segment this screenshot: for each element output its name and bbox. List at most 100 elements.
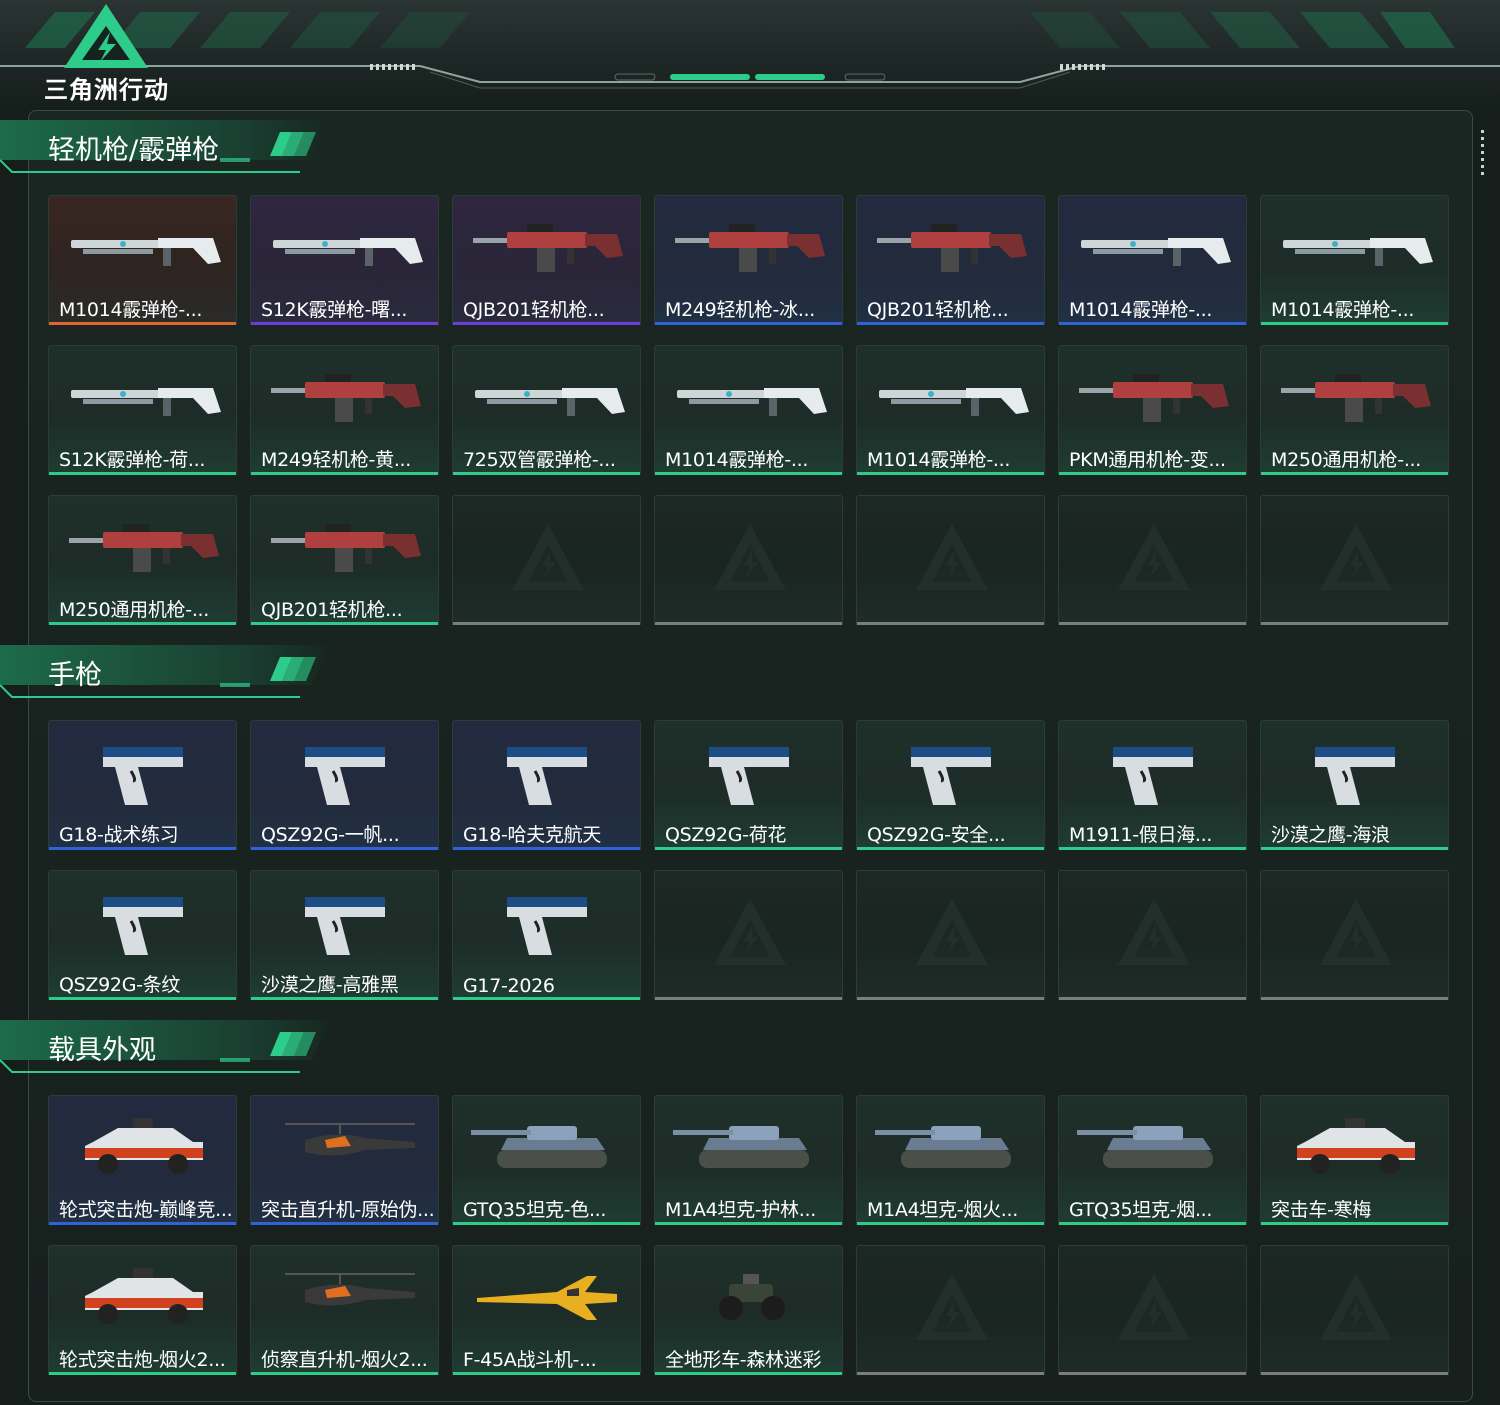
skin-card[interactable]: QJB201轻机枪... — [452, 195, 641, 325]
skin-card[interactable]: G17-2026 — [452, 870, 641, 1000]
skin-name: QJB201轻机枪... — [867, 299, 1009, 321]
skin-name: QJB201轻机枪... — [463, 299, 605, 321]
rarity-bar — [1261, 1222, 1448, 1225]
skin-card[interactable]: QSZ92G-一帆... — [250, 720, 439, 850]
skin-card[interactable]: G18-哈夫克航天 — [452, 720, 641, 850]
rarity-bar — [655, 472, 842, 475]
skin-card[interactable]: M1A4坦克-烟火... — [856, 1095, 1045, 1225]
skin-card[interactable]: M1911-假日海... — [1058, 720, 1247, 850]
skin-card[interactable]: PKM通用机枪-变... — [1058, 345, 1247, 475]
skin-name: G18-战术练习 — [59, 824, 179, 846]
skin-card[interactable]: 突击直升机-原始伪... — [250, 1095, 439, 1225]
rarity-bar — [857, 997, 1044, 1000]
skin-card[interactable]: QSZ92G-安全... — [856, 720, 1045, 850]
scrollbar[interactable] — [1481, 130, 1485, 180]
skin-card[interactable]: 轮式突击炮-巅峰竞... — [48, 1095, 237, 1225]
skin-card[interactable]: M1014霰弹枪-... — [654, 345, 843, 475]
skin-card[interactable]: GTQ35坦克-烟... — [1058, 1095, 1247, 1225]
skin-card[interactable]: 侦察直升机-烟火2... — [250, 1245, 439, 1375]
skin-name: M1A4坦克-护林... — [665, 1199, 816, 1221]
empty-slot — [1058, 495, 1247, 625]
rarity-bar — [453, 997, 640, 1000]
skin-name: QSZ92G-一帆... — [261, 824, 400, 846]
skin-name: 突击直升机-原始伪... — [261, 1199, 435, 1221]
skin-name: 全地形车-森林迷彩 — [665, 1349, 822, 1371]
rarity-bar — [251, 322, 438, 325]
machine-gun-icon — [1275, 362, 1435, 432]
rarity-bar — [655, 1222, 842, 1225]
skin-name: M1014霰弹枪-... — [665, 449, 809, 471]
rarity-bar — [1059, 472, 1246, 475]
rarity-bar — [251, 622, 438, 625]
rarity-bar — [453, 622, 640, 625]
shotgun-icon — [871, 362, 1031, 432]
skin-card[interactable]: 轮式突击炮-烟火2... — [48, 1245, 237, 1375]
jet-icon — [467, 1262, 627, 1332]
rarity-bar — [49, 1222, 236, 1225]
pistol-icon — [1073, 737, 1233, 807]
pistol-icon — [871, 737, 1031, 807]
skin-name: 轮式突击炮-巅峰竞... — [59, 1199, 233, 1221]
skin-card[interactable]: GTQ35坦克-色... — [452, 1095, 641, 1225]
skin-card[interactable]: 沙漠之鹰-海浪 — [1260, 720, 1449, 850]
skin-card[interactable]: F-45A战斗机-... — [452, 1245, 641, 1375]
rarity-bar — [49, 997, 236, 1000]
machine-gun-icon — [871, 212, 1031, 282]
rarity-bar — [251, 472, 438, 475]
skin-name: GTQ35坦克-烟... — [1069, 1199, 1213, 1221]
rarity-bar — [453, 322, 640, 325]
skin-name: 沙漠之鹰-高雅黑 — [261, 974, 399, 996]
skin-card[interactable]: M250通用机枪-... — [48, 495, 237, 625]
rarity-bar — [49, 472, 236, 475]
rarity-bar — [1261, 997, 1448, 1000]
skin-grid-pistol: G18-战术练习 QSZ92G-一帆... G18-哈夫克航天 QSZ92G-荷花 QS… — [48, 720, 1449, 1000]
skin-name: S12K霰弹枪-荷... — [59, 449, 206, 471]
skin-grid-vehicle: 轮式突击炮-巅峰竞... 突击直升机-原始伪... GTQ35坦克-色... M1A4… — [48, 1095, 1449, 1375]
skin-card[interactable]: 沙漠之鹰-高雅黑 — [250, 870, 439, 1000]
skin-card[interactable]: G18-战术练习 — [48, 720, 237, 850]
skin-card[interactable]: M1A4坦克-护林... — [654, 1095, 843, 1225]
pistol-icon — [467, 887, 627, 957]
machine-gun-icon — [265, 512, 425, 582]
skin-name: M1A4坦克-烟火... — [867, 1199, 1018, 1221]
armored-car-icon — [63, 1262, 223, 1332]
shotgun-icon — [63, 212, 223, 282]
skin-card[interactable]: M1014霰弹枪-... — [48, 195, 237, 325]
empty-slot — [1260, 1245, 1449, 1375]
armored-car-icon — [63, 1112, 223, 1182]
shotgun-icon — [467, 362, 627, 432]
skin-card[interactable]: 725双管霰弹枪-... — [452, 345, 641, 475]
skin-card[interactable]: M1014霰弹枪-... — [1058, 195, 1247, 325]
rarity-bar — [1261, 472, 1448, 475]
rarity-bar — [49, 1372, 236, 1375]
skin-card[interactable]: M250通用机枪-... — [1260, 345, 1449, 475]
skin-name: QSZ92G-安全... — [867, 824, 1006, 846]
skin-card[interactable]: QJB201轻机枪... — [250, 495, 439, 625]
rarity-bar — [1261, 1372, 1448, 1375]
skin-name: M249轻机枪-黄... — [261, 449, 412, 471]
skin-name: G17-2026 — [463, 975, 555, 997]
skin-card[interactable]: M1014霰弹枪-... — [1260, 195, 1449, 325]
empty-slot — [1058, 1245, 1247, 1375]
skin-card[interactable]: S12K霰弹枪-曙... — [250, 195, 439, 325]
rarity-bar — [655, 997, 842, 1000]
rarity-bar — [251, 997, 438, 1000]
skin-card[interactable]: M249轻机枪-黄... — [250, 345, 439, 475]
skin-card[interactable]: S12K霰弹枪-荷... — [48, 345, 237, 475]
skin-card[interactable]: QSZ92G-条纹 — [48, 870, 237, 1000]
skin-card[interactable]: M1014霰弹枪-... — [856, 345, 1045, 475]
skin-card[interactable]: M249轻机枪-冰... — [654, 195, 843, 325]
section-title: 手枪 — [48, 660, 102, 691]
rarity-bar — [1059, 1222, 1246, 1225]
empty-slot — [654, 495, 843, 625]
placeholder-logo-icon — [914, 1270, 990, 1346]
rarity-bar — [655, 1372, 842, 1375]
rarity-bar — [453, 1372, 640, 1375]
skin-card[interactable]: 突击车-寒梅 — [1260, 1095, 1449, 1225]
rarity-bar — [655, 847, 842, 850]
pistol-icon — [265, 737, 425, 807]
skin-card[interactable]: QJB201轻机枪... — [856, 195, 1045, 325]
rarity-bar — [857, 847, 1044, 850]
skin-card[interactable]: QSZ92G-荷花 — [654, 720, 843, 850]
skin-card[interactable]: 全地形车-森林迷彩 — [654, 1245, 843, 1375]
